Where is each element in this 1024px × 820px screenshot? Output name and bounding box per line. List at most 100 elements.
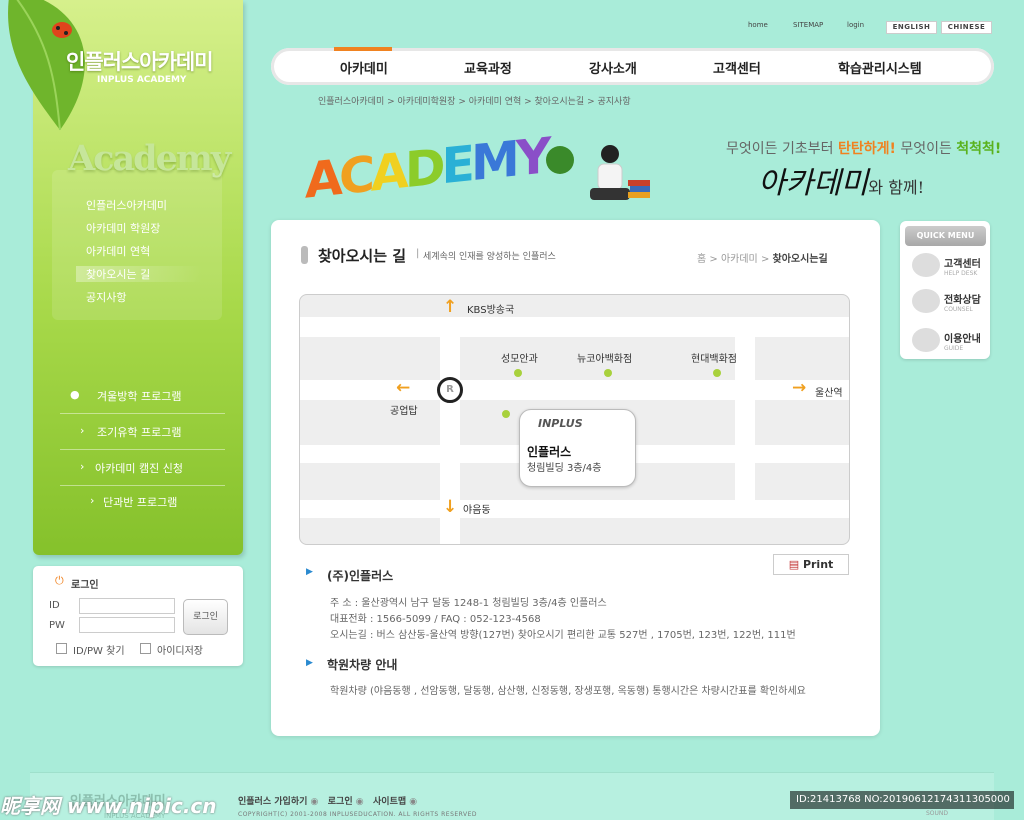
popup-name: 인플러스 [527,445,572,459]
banner-slogan: 무엇이든 기초부터 탄탄하게! 무엇이든 척척척! [726,141,1002,157]
telephone-icon [912,289,940,313]
map-landmark: 현대백화점 [691,354,737,365]
map-landmark: 성모안과 [501,354,538,365]
rotary-icon: R [437,377,463,403]
home-link[interactable]: home [748,21,768,29]
print-button[interactable]: ▤ Print [773,554,849,575]
map-road [300,317,849,337]
company-address: 주 소 : 울산광역시 남구 달동 1248-1 청림빌딩 3층/4층 인플러스 [330,598,607,609]
top-breadcrumb[interactable]: 인플러스아카데미 > 아카데미학원장 > 아카데미 연혁 > 찾아오시는길 > … [318,94,631,107]
find-checkbox[interactable] [56,643,67,654]
title-divider: | [416,248,420,259]
power-icon: ⏻ [55,574,64,587]
bullet-icon: ● [70,388,80,401]
nav-customer-center[interactable]: 고객센터 [713,58,761,77]
submenu-item-notice[interactable]: 공지사항 [86,289,126,305]
magnifier-icon [912,253,940,277]
map-label-east: 울산역 [815,388,843,399]
chevron-right-icon: › [80,424,85,437]
watermark-site: 昵享网 www.nipic.cn [0,794,217,818]
landmark-dot-icon [604,369,612,377]
id-label: ID [49,600,60,611]
save-id-checkbox[interactable] [140,643,151,654]
section-bullet-icon: ▶ [306,567,313,577]
pw-input[interactable] [79,617,175,633]
login-link[interactable]: login [847,21,864,29]
quick-menu-title: QUICK MENU [905,226,986,246]
login-button[interactable]: 로그인 [183,599,228,635]
landmark-dot-icon [502,410,510,418]
breadcrumb-academy[interactable]: 아카데미 [721,254,758,265]
title-bar-icon [301,246,308,264]
quick-guide[interactable]: 이용안내 GUIDE [944,330,981,352]
submenu-item-directions[interactable]: 찾아오시는 길 [76,266,202,282]
map-landmark: 뉴코아백화점 [577,354,633,365]
company-title: (주)인플러스 [327,569,394,583]
footer-links: 인플러스 가입하기 ◉ 로그인 ◉ 사이트맵 ◉ [238,797,418,807]
quick-counsel[interactable]: 전화상담 COUNSEL [944,291,981,313]
nav-instructors[interactable]: 강사소개 [589,58,637,77]
nav-curriculum[interactable]: 교육과정 [464,58,512,77]
mouse-icon [912,328,940,352]
save-id-label: 아이디저장 [157,646,203,657]
pw-label: PW [49,620,65,631]
map-label-west: 공업탑 [390,406,418,417]
copyright: COPYRIGHT(C) 2001-2008 INPLUSEDUCATION. … [238,811,478,818]
footer-sitemap-link[interactable]: 사이트맵 [373,797,406,807]
brand-logo[interactable]: 인플러스아카데미 [66,46,214,76]
company-directions: 오시는길 : 버스 삼산동-울산역 방향(127번) 찾아오시기 편리한 교통 … [330,630,796,641]
nav-lms[interactable]: 학습관리시스템 [838,58,922,77]
shuttle-text: 학원차량 (야음동행 , 선암동행, 달동행, 삼산행, 신정동행, 장생포행,… [330,686,806,697]
find-id-pw-link[interactable]: ID/PW 찾기 [73,642,125,657]
location-popup: INPLUS 인플러스 청림빌딩 3층/4층 [519,409,636,487]
student-reading-illustration [546,145,650,200]
footer-login-link[interactable]: 로그인 [328,797,353,807]
page-subtitle: 세계속의 인재를 양성하는 인플러스 [423,252,556,262]
nav-academy[interactable]: 아카데미 [340,58,388,77]
landmark-dot-icon [713,369,721,377]
nav-active-indicator [334,47,392,51]
id-input[interactable] [79,598,175,614]
watermark-id: ID:21413768 NO:20190612174311305000 [790,791,1014,809]
submenu-item-director[interactable]: 아카데미 학원장 [86,220,160,236]
map-road [300,500,849,518]
sound-toggle[interactable]: SOUND [926,810,948,817]
section-bullet-icon: ▶ [306,658,313,668]
brand-logo-sub: INPLUS ACADEMY [97,75,187,85]
breadcrumb: 홈 > 아카데미 > 찾아오시는길 [697,254,828,265]
arrow-right-icon: → [792,378,807,398]
landmark-dot-icon [514,369,522,377]
login-box: ⏻ 로그인 ID PW 로그인 ID/PW 찾기 아이디저장 [33,566,243,666]
page-title: 찾아오시는 길 [318,247,407,265]
english-button[interactable]: ENGLISH [886,21,937,34]
chevron-right-icon: › [80,460,85,473]
company-phone: 대표전화 : 1566-5099 / FAQ : 052-123-4568 [330,614,541,625]
program-item[interactable]: ● 겨울방학 프로그램 [60,380,225,414]
submenu-item-intro[interactable]: 인플러스아카데미 [86,197,167,213]
program-item[interactable]: › 아카데미 캠진 신청 [60,452,225,486]
submenu-item-history[interactable]: 아카데미 연혁 [86,243,150,259]
arrow-down-icon: ↓ [443,497,458,517]
sitemap-link[interactable]: SITEMAP [793,21,823,29]
map-label-north: KBS방송국 [467,305,515,316]
footer-join-link[interactable]: 인플러스 가입하기 [238,797,307,807]
program-item[interactable]: › 조기유학 프로그램 [60,416,225,450]
map-label-south: 야음동 [463,505,491,516]
arrow-up-icon: ↑ [443,297,458,317]
chinese-button[interactable]: CHINESE [941,21,992,34]
breadcrumb-current: 찾아오시는길 [772,254,828,265]
map-road [735,335,755,500]
arrow-left-icon: ← [396,378,411,398]
popup-address: 청림빌딩 3층/4층 [527,463,602,474]
map-road [300,380,849,400]
login-title: 로그인 [71,580,99,591]
quick-help-desk[interactable]: 고객센터 HELP DESK [944,255,981,277]
chevron-right-icon: › [90,494,95,507]
academy-banner-logo: ACADEMY [305,127,548,210]
banner-slogan-main: 아카데미와 함께! [758,166,925,201]
program-item[interactable]: › 단과반 프로그램 [60,486,225,520]
popup-logo: INPLUS [538,417,583,430]
breadcrumb-home[interactable]: 홈 [697,254,706,265]
printer-icon: ▤ [788,558,800,571]
directions-map: ↑ KBS방송국 ← 공업탑 → 울산역 ↓ 야음동 성모안과 뉴코아백화점 현… [299,294,850,545]
